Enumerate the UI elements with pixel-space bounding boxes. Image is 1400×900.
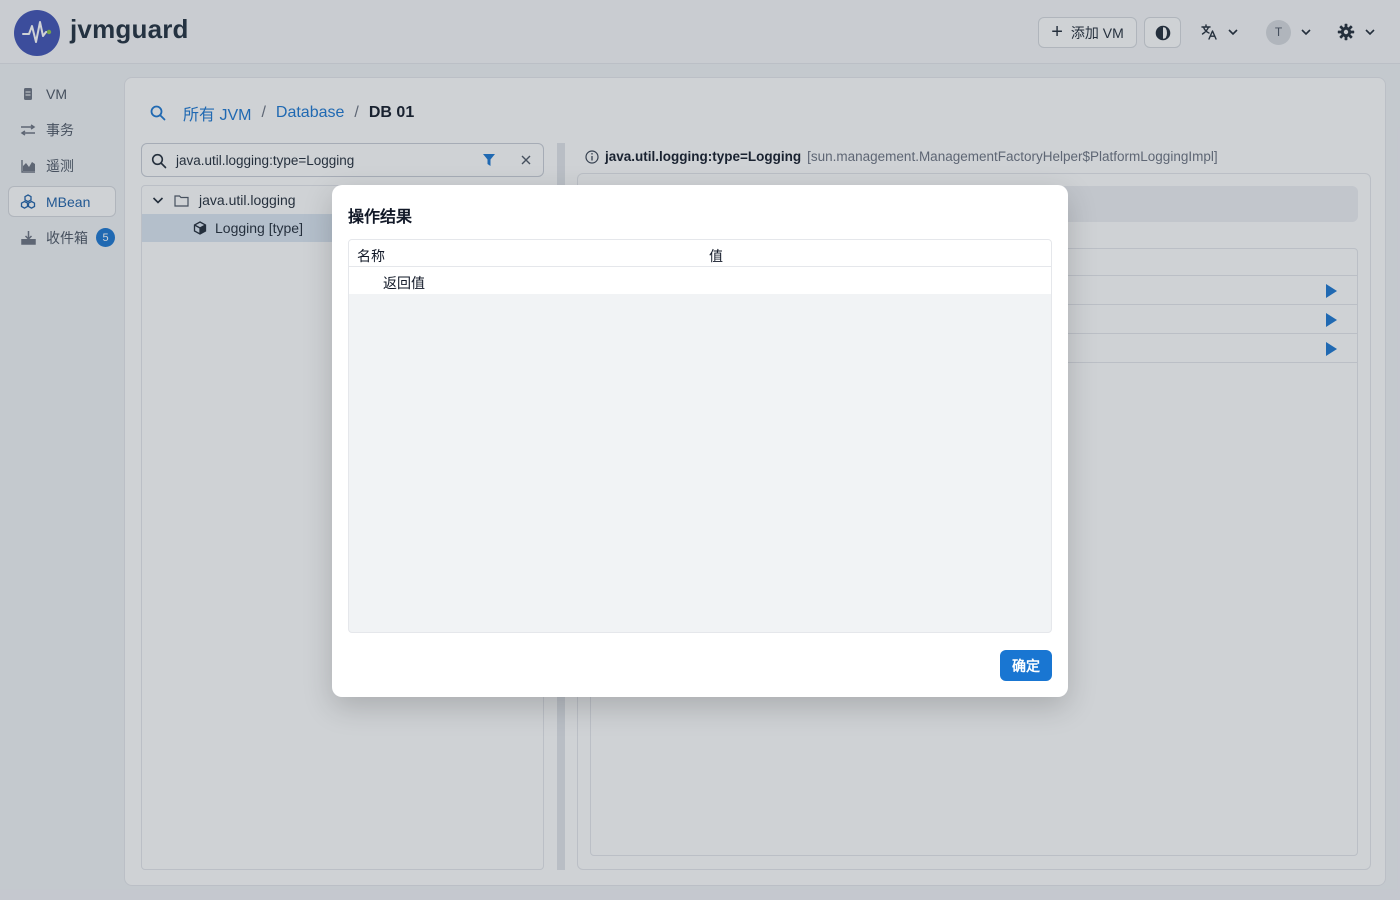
operation-result-dialog: 操作结果 名称 值 返回值 确定: [332, 185, 1068, 697]
dialog-title: 操作结果: [348, 209, 413, 226]
table-row[interactable]: 返回值: [349, 267, 1051, 294]
row-name-cell: 返回值: [383, 275, 425, 291]
column-header-value[interactable]: 值: [709, 246, 723, 266]
ok-button[interactable]: 确定: [1000, 650, 1052, 681]
result-table-header: 名称 值: [349, 240, 1051, 267]
result-table: 名称 值 返回值: [348, 239, 1052, 633]
column-header-name[interactable]: 名称: [357, 246, 385, 266]
